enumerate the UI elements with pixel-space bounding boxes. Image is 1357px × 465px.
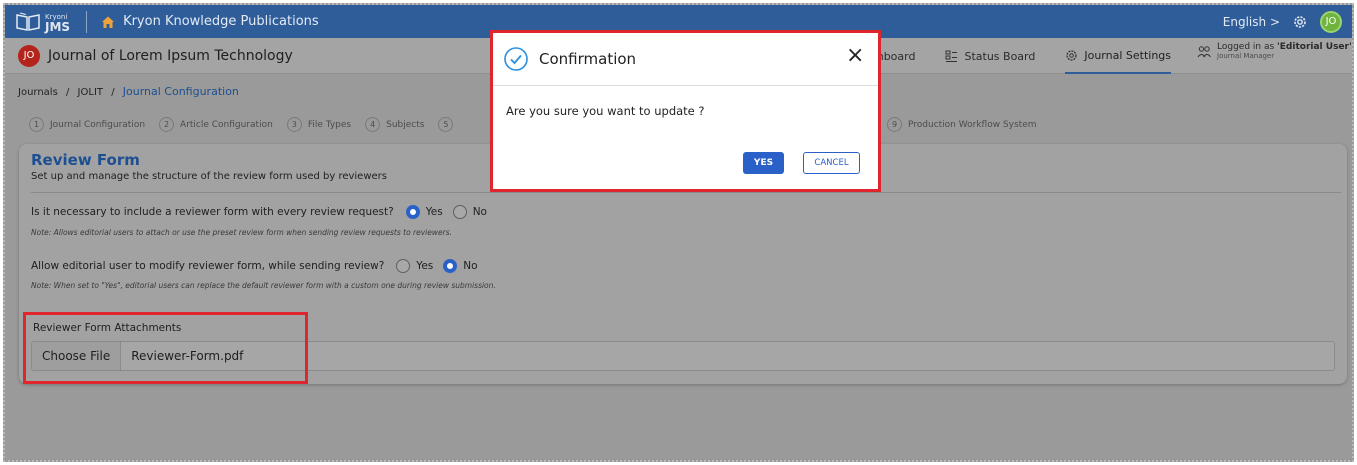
logged-in-user[interactable]: Logged in as 'Editorial User' Journal Ma… bbox=[1197, 42, 1352, 60]
radio-selected-icon[interactable] bbox=[443, 259, 458, 273]
dialog-header: Confirmation × bbox=[493, 33, 878, 86]
yes-button[interactable]: YES bbox=[743, 152, 784, 174]
divider bbox=[86, 10, 88, 33]
breadcrumb: Journals / JOLIT / Journal Configuration bbox=[18, 85, 239, 98]
language-selector[interactable]: English > bbox=[1223, 15, 1280, 29]
step-subjects[interactable]: 4 Subjects bbox=[365, 117, 424, 132]
gear-icon[interactable] bbox=[1292, 14, 1308, 30]
question-label: Is it necessary to include a reviewer fo… bbox=[31, 206, 394, 218]
review-form-subtitle: Set up and manage the structure of the r… bbox=[31, 171, 387, 182]
breadcrumb-journals[interactable]: Journals bbox=[18, 87, 58, 98]
radio-unselected-icon[interactable] bbox=[396, 259, 411, 273]
step-label: Subjects bbox=[386, 119, 425, 130]
publisher-name[interactable]: Kryon Knowledge Publications bbox=[123, 14, 319, 29]
status-board-icon bbox=[945, 50, 958, 62]
step-article-configuration[interactable]: 2 Article Configuration bbox=[159, 117, 273, 132]
highlight-attachments bbox=[23, 312, 308, 384]
radio-selected-icon[interactable] bbox=[405, 205, 420, 219]
step-label: File Types bbox=[307, 119, 352, 130]
logged-in-prefix: Logged in as bbox=[1217, 42, 1278, 52]
confirmation-dialog: Confirmation × Are you sure you want to … bbox=[490, 30, 881, 192]
review-form-title: Review Form bbox=[31, 151, 140, 169]
step-number: 1 bbox=[29, 117, 44, 132]
radio-no[interactable]: No bbox=[452, 205, 487, 219]
app-logo[interactable]: Kryoni JMS bbox=[15, 5, 70, 38]
divider bbox=[31, 192, 1341, 193]
users-icon bbox=[1197, 46, 1211, 58]
step-5[interactable]: 5 bbox=[438, 117, 459, 132]
dialog-title: Confirmation bbox=[539, 50, 637, 68]
nav-journal-settings[interactable]: Journal Settings bbox=[1065, 38, 1172, 74]
language-label: English bbox=[1222, 14, 1267, 29]
step-number: 5 bbox=[438, 117, 454, 132]
question-allow-modify-form: Allow editorial user to modify reviewer … bbox=[31, 259, 478, 273]
step-number: 4 bbox=[365, 117, 381, 132]
cancel-button[interactable]: CANCEL bbox=[803, 152, 860, 174]
journal-nav: shboard Status Board Journal Settings bbox=[871, 38, 1201, 74]
app-frame: Kryoni JMS Kryon Knowledge Publications … bbox=[3, 3, 1354, 462]
logo-big-text: JMS bbox=[45, 19, 71, 34]
question-label: Allow editorial user to modify reviewer … bbox=[31, 260, 385, 272]
logged-in-name: 'Editorial User' bbox=[1277, 42, 1352, 52]
step-label: Article Configuration bbox=[180, 119, 273, 130]
home-icon bbox=[102, 16, 115, 28]
step-file-types[interactable]: 3 File Types bbox=[286, 117, 352, 132]
step-number: 9 bbox=[887, 117, 902, 132]
radio-no[interactable]: No bbox=[443, 259, 478, 273]
close-icon[interactable]: × bbox=[846, 45, 864, 67]
step-number: 2 bbox=[159, 117, 175, 132]
step-number: 3 bbox=[286, 117, 302, 132]
step-production-workflow[interactable]: 9 Production Workflow System bbox=[887, 117, 1037, 132]
radio-yes-label: Yes bbox=[425, 206, 443, 218]
question-note: Note: When set to "Yes", editorial users… bbox=[31, 281, 496, 290]
breadcrumb-jolit[interactable]: JOLIT bbox=[78, 87, 103, 98]
step-label: Production Workflow System bbox=[908, 119, 1037, 130]
breadcrumb-separator: / bbox=[111, 87, 115, 98]
step-journal-configuration[interactable]: 1 Journal Configuration bbox=[29, 117, 145, 132]
config-steps: 1 Journal Configuration 2 Article Config… bbox=[29, 117, 473, 132]
breadcrumb-separator: / bbox=[65, 87, 70, 98]
radio-no-label: No bbox=[463, 260, 478, 272]
chevron-right-icon: > bbox=[1269, 14, 1280, 29]
settings-icon bbox=[1066, 49, 1078, 61]
book-logo-icon bbox=[16, 12, 40, 31]
nav-journal-settings-label: Journal Settings bbox=[1084, 48, 1172, 62]
radio-yes-label: Yes bbox=[416, 260, 434, 272]
breadcrumb-current: Journal Configuration bbox=[122, 85, 239, 98]
user-avatar[interactable]: JO bbox=[1320, 10, 1342, 33]
radio-unselected-icon[interactable] bbox=[452, 205, 467, 219]
journal-title[interactable]: Journal of Lorem Ipsum Technology bbox=[48, 48, 293, 64]
radio-no-label: No bbox=[472, 206, 487, 218]
radio-yes[interactable]: Yes bbox=[396, 259, 433, 273]
journal-avatar: JO bbox=[18, 44, 40, 67]
nav-status-board-label: Status Board bbox=[964, 49, 1036, 63]
step-label: Journal Configuration bbox=[50, 119, 146, 130]
radio-yes[interactable]: Yes bbox=[405, 205, 443, 219]
user-role: Journal Manager bbox=[1217, 52, 1275, 60]
question-note: Note: Allows editorial users to attach o… bbox=[31, 228, 453, 237]
dialog-message: Are you sure you want to update ? bbox=[506, 104, 705, 118]
question-reviewer-form-required: Is it necessary to include a reviewer fo… bbox=[31, 205, 487, 219]
nav-status-board[interactable]: Status Board bbox=[945, 38, 1035, 74]
check-circle-icon bbox=[504, 47, 528, 71]
